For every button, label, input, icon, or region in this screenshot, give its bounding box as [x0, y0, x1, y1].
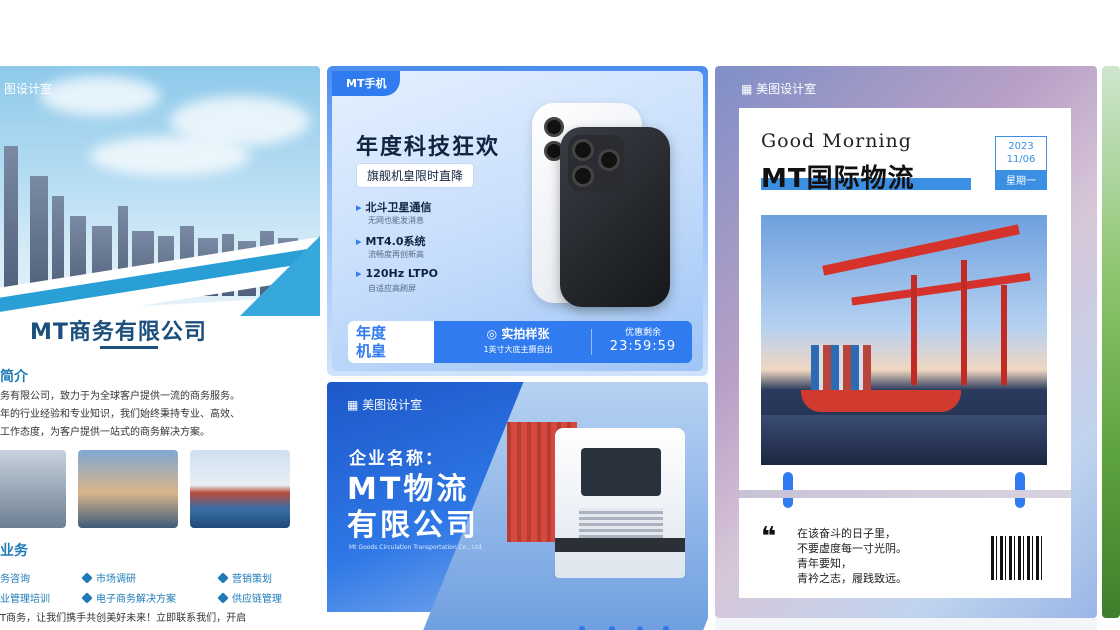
feature-title: MT4.0系统 — [356, 233, 426, 249]
date-year: 2023 — [1008, 141, 1034, 152]
headline: 年度科技狂欢 — [356, 135, 501, 160]
morning-poster-card[interactable]: ▦ 美图设计室 Good Morning MT国际物流 2023 11/06 星… — [715, 66, 1097, 618]
company-english-name: Mt Goods Circulation Transportation Co.,… — [349, 544, 484, 551]
promo-pill: 旗舰机皇限时直降 — [356, 163, 475, 188]
company-title: MT商务有限公司 — [30, 320, 207, 345]
company-name-line1: MT物流 — [347, 472, 470, 507]
date-weekday: 星期一 — [996, 170, 1046, 189]
cargo-ship-image — [190, 450, 290, 528]
greeting: Good Morning — [761, 130, 912, 152]
date-box: 2023 11/06 星期一 — [995, 136, 1047, 190]
title-underline — [100, 346, 158, 349]
services-heading: 业务 — [0, 543, 28, 559]
feature-desc: 无网也能发消息 — [368, 216, 424, 225]
intro-line: 年的行业经验和专业知识，我们始终秉持专业、高效、 — [0, 409, 240, 420]
feature-desc: 流畅度再创新高 — [368, 250, 424, 259]
quote-text: 在该奋斗的日子里， 不要虚度每一寸光阴。 青年要知， 青衿之志，履践致远。 — [797, 526, 907, 586]
city-sunset-image — [78, 450, 178, 528]
grid-logo-icon: ▦ — [741, 82, 757, 96]
quote-line: 青衿之志，履践致远。 — [797, 572, 907, 585]
quote-line: 在该奋斗的日子里， — [797, 527, 896, 540]
poster-gallery: 图设计室 MT商务有限公司 简介 务有限公司，致力于为全球客户提供一流的商务服务… — [0, 0, 1120, 630]
diamond-icon — [217, 592, 229, 604]
service-item: 电子商务解决方案 — [81, 590, 176, 605]
phone-poster-inner: MT手机 年度科技狂欢 旗舰机皇限时直降 北斗卫星通信 无网也能发消息 MT4.… — [332, 71, 703, 371]
company-name-line2: 有限公司 — [347, 508, 479, 543]
feature-title: 120Hz LTPO — [356, 267, 439, 280]
brand-tag: ▦ 美图设计室 — [347, 398, 423, 412]
feature-title: 北斗卫星通信 — [356, 199, 432, 215]
company-label: 企业名称： — [349, 449, 444, 469]
promo-badge: 年度 机皇 — [356, 324, 387, 360]
port-crane-image — [761, 215, 1047, 465]
carousel-dot[interactable] — [609, 626, 615, 630]
intro-line: 工作态度，为客户提供一站式的商务解决方案。 — [0, 427, 210, 438]
partial-green-poster-card[interactable] — [1102, 66, 1120, 618]
service-item: 务咨询 — [0, 574, 30, 585]
brand-tag: 图设计室 — [4, 82, 53, 96]
quote-icon: ❝ — [761, 522, 777, 552]
phone-poster-card[interactable]: MT手机 年度科技狂欢 旗舰机皇限时直降 北斗卫星通信 无网也能发消息 MT4.… — [327, 66, 708, 376]
promo-bar[interactable]: 年度 机皇 ◎ 实拍样张 1英寸大底主摄自出 优惠剩余 23:59:59 — [348, 321, 692, 363]
feature-desc: 自适应高刷屏 — [368, 284, 416, 293]
diamond-icon — [81, 572, 93, 584]
brand-tag: ▦ 美图设计室 — [741, 82, 817, 96]
carousel-dot[interactable] — [637, 626, 643, 630]
footer-line: T商务，让我们携手共创美好未来！立即联系我们，开启 — [0, 613, 247, 624]
company-title: MT国际物流 — [761, 164, 915, 194]
logistics-poster-card[interactable]: ▦ 美图设计室 企业名称： MT物流 有限公司 Mt Goods Circula… — [327, 382, 708, 630]
black-phone-image — [560, 127, 670, 307]
carousel-dot[interactable] — [579, 626, 585, 630]
countdown: 优惠剩余 23:59:59 — [598, 325, 688, 354]
intro-heading: 简介 — [0, 369, 28, 385]
camera-icon: ◎ — [486, 327, 502, 341]
service-item: 供应链管理 — [217, 590, 282, 605]
quote-line: 不要虚度每一寸光阴。 — [797, 542, 907, 555]
city-fog-image — [0, 450, 66, 528]
business-poster-card[interactable]: 图设计室 MT商务有限公司 简介 务有限公司，致力于为全球客户提供一流的商务服务… — [0, 66, 320, 630]
date-day: 11/06 — [1006, 154, 1036, 165]
morning-poster-panel: Good Morning MT国际物流 2023 11/06 星期一 ❝ 在该奋… — [739, 108, 1071, 598]
qr-code-icon[interactable] — [991, 536, 1045, 580]
diamond-icon — [217, 572, 229, 584]
next-card-edge — [715, 618, 1097, 630]
truck-image — [555, 428, 685, 578]
grid-logo-icon: ▦ — [347, 398, 363, 412]
brand-tag: MT手机 — [332, 71, 401, 96]
photo-sample: ◎ 实拍样张 1英寸大底主摄自出 — [483, 327, 553, 354]
quote-line: 青年要知， — [797, 557, 852, 570]
service-item: 业管理培训 — [0, 594, 50, 605]
intro-line: 务有限公司，致力于为全球客户提供一流的商务服务。 — [0, 391, 240, 402]
carousel-dot[interactable] — [663, 626, 669, 630]
intro-text: 务有限公司，致力于为全球客户提供一流的商务服务。 年的行业经验和专业知识，我们始… — [0, 388, 310, 442]
service-item: 市场调研 — [81, 570, 136, 585]
countdown-timer: 23:59:59 — [609, 339, 677, 354]
diamond-icon — [81, 592, 93, 604]
service-item: 营销策划 — [217, 570, 272, 585]
